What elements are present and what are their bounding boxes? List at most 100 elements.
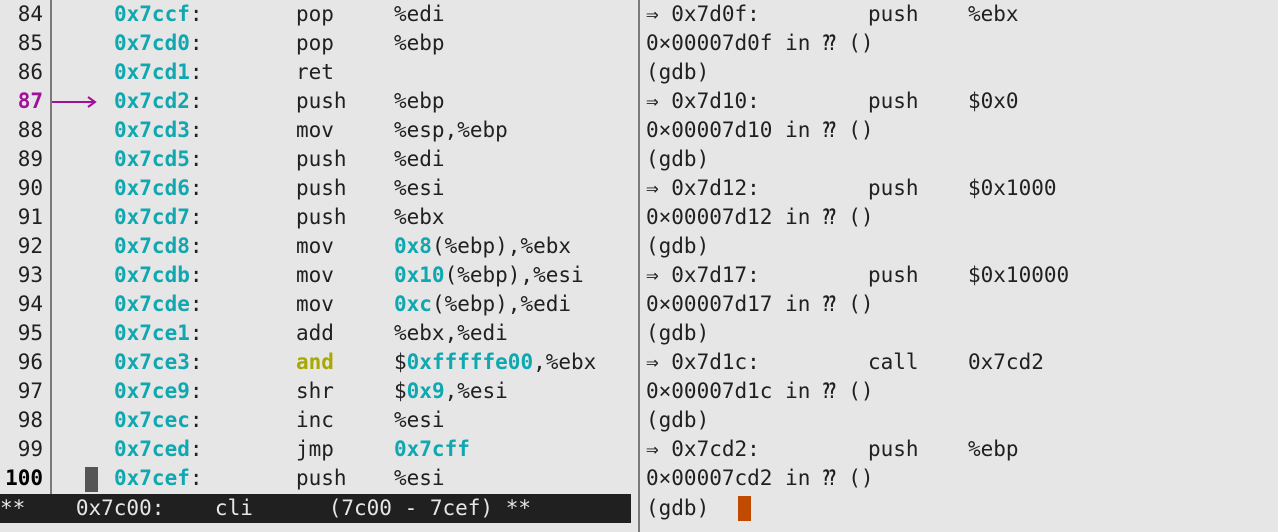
- mnemonic: push: [296, 466, 347, 490]
- address-text: 0x7cd5: [114, 147, 190, 171]
- asm-line[interactable]: 97 0x7ce9: shr $0x9,%esi: [0, 377, 634, 406]
- pane-divider[interactable]: [638, 0, 640, 532]
- line-number: 89: [17, 147, 43, 171]
- asm-line[interactable]: 86 0x7cd1: ret: [0, 58, 634, 87]
- operands: %ebp: [394, 29, 445, 58]
- asm-line[interactable]: 88 0x7cd3: mov %esp,%ebp: [0, 116, 634, 145]
- asm-line[interactable]: 98 0x7cec: inc %esi: [0, 406, 634, 435]
- asm-line[interactable]: 91 0x7cd7: push %ebx: [0, 203, 634, 232]
- gdb-console-pane[interactable]: ⇒ 0x7d0f: push %ebx 0×00007d0f in ⁇ () (gdb)…: [646, 0, 1278, 532]
- operand-text: (%ebp),%esi: [444, 263, 584, 287]
- mnemonic: push: [296, 176, 347, 200]
- mnemonic: mov: [296, 118, 334, 142]
- asm-line[interactable]: 100 0x7cef: push %esi: [0, 464, 634, 493]
- operand-number: 0xc: [394, 292, 432, 316]
- address-text: 0x7cdb: [114, 263, 190, 287]
- operand-text: (%ebp),%ebx: [431, 234, 572, 258]
- instruction-address[interactable]: 0x7cde:: [114, 290, 203, 319]
- asm-line[interactable]: 99 0x7ced: jmp 0x7cff: [0, 435, 634, 464]
- asm-line[interactable]: 93 0x7cdb: mov 0x10(%ebp),%esi: [0, 261, 634, 290]
- address-text: 0x7cd1: [114, 60, 190, 84]
- operands: %esi: [394, 464, 445, 493]
- address-text: 0x7cef: [114, 466, 190, 490]
- address-colon: :: [189, 292, 203, 316]
- address-text: 0x7cd2: [114, 89, 190, 113]
- asm-line[interactable]: 90 0x7cd6: push %esi: [0, 174, 634, 203]
- operand-text: ,%ebx: [533, 350, 597, 374]
- address-text: 0x7ccf: [114, 2, 190, 26]
- line-number: 87: [17, 89, 43, 113]
- address-colon: :: [189, 89, 203, 113]
- asm-line[interactable]: 84 0x7ccf: pop %edi: [0, 0, 634, 29]
- operand-text: $: [394, 350, 407, 374]
- gdb-text-c2: push: [868, 176, 919, 200]
- gdb-output-line: ⇒ 0x7d10: push $0x0: [646, 87, 1278, 116]
- address-colon: :: [189, 263, 203, 287]
- instruction-address[interactable]: 0x7ced:: [114, 435, 203, 464]
- instruction-address[interactable]: 0x7cd3:: [114, 116, 203, 145]
- gdb-prompt: (gdb): [646, 496, 710, 520]
- mnemonic: add: [296, 321, 334, 345]
- gdb-text-c1: ⇒ 0x7d17:: [646, 263, 760, 287]
- asm-line[interactable]: 94 0x7cde: mov 0xc(%ebp),%edi: [0, 290, 634, 319]
- asm-line[interactable]: 92 0x7cd8: mov 0x8(%ebp),%ebx: [0, 232, 634, 261]
- gdb-text-c3: 0x7cd2: [968, 350, 1044, 374]
- asm-line[interactable]: 89 0x7cd5: push %edi: [0, 145, 634, 174]
- gdb-output-line: (gdb): [646, 232, 1278, 261]
- instruction-address[interactable]: 0x7cd2:: [114, 87, 203, 116]
- line-number: 98: [17, 408, 43, 432]
- gdb-output-line: ⇒ 0x7d0f: push %ebx: [646, 0, 1278, 29]
- operands: %edi: [394, 0, 445, 29]
- operand-text: %esi: [394, 466, 445, 490]
- address-colon: :: [189, 437, 203, 461]
- address-colon: :: [189, 205, 203, 229]
- instruction-address[interactable]: 0x7cd7:: [114, 203, 203, 232]
- instruction-address[interactable]: 0x7ce9:: [114, 377, 203, 406]
- disassembly-pane[interactable]: 84 0x7ccf: pop %edi 85 0x7cd0: pop %ebp 86 0x7cd1…: [0, 0, 634, 532]
- gdb-output-line: 0×00007d0f in ⁇ (): [646, 29, 1278, 58]
- operand-text: %ebx,%edi: [394, 321, 508, 345]
- operands: %esi: [394, 174, 445, 203]
- terminal-cursor-icon: [738, 496, 751, 521]
- instruction-address[interactable]: 0x7cd1:: [114, 58, 203, 87]
- line-number: 90: [17, 176, 43, 200]
- instruction-address[interactable]: 0x7cd0:: [114, 29, 203, 58]
- disassembly-status-bar: ** 0x7c00: cli (7c00 - 7cef) **: [0, 494, 631, 523]
- instruction-address[interactable]: 0x7ccf:: [114, 0, 203, 29]
- operands: 0x10(%ebp),%esi: [394, 261, 584, 290]
- address-text: 0x7cd6: [114, 176, 190, 200]
- gdb-text-c2: push: [868, 89, 919, 113]
- operand-text: %esi: [394, 176, 445, 200]
- gdb-text-c1: (gdb): [646, 147, 710, 171]
- operands: 0x8(%ebp),%ebx: [394, 232, 571, 261]
- instruction-address[interactable]: 0x7ce3:: [114, 348, 203, 377]
- address-text: 0x7ce1: [114, 321, 190, 345]
- gdb-text-c1: (gdb): [646, 60, 710, 84]
- gdb-output-line: (gdb): [646, 145, 1278, 174]
- address-colon: :: [189, 60, 203, 84]
- gdb-prompt-line[interactable]: (gdb): [646, 494, 1278, 523]
- operand-text: ,%esi: [444, 379, 508, 403]
- instruction-address[interactable]: 0x7cd6:: [114, 174, 203, 203]
- asm-line[interactable]: 87 0x7cd2: push %ebp: [0, 87, 634, 116]
- address-colon: :: [189, 31, 203, 55]
- gutter-divider: [50, 0, 52, 494]
- address-text: 0x7cd7: [114, 205, 190, 229]
- gdb-output-line: 0×00007d17 in ⁇ (): [646, 290, 1278, 319]
- asm-line[interactable]: 95 0x7ce1: add %ebx,%edi: [0, 319, 634, 348]
- gdb-text-c1: ⇒ 0x7d12:: [646, 176, 760, 200]
- instruction-address[interactable]: 0x7cdb:: [114, 261, 203, 290]
- mnemonic: jmp: [296, 437, 334, 461]
- instruction-address[interactable]: 0x7cef:: [114, 464, 203, 493]
- gdb-text-c2: call: [868, 350, 919, 374]
- mnemonic: and: [296, 350, 334, 374]
- address-colon: :: [189, 379, 203, 403]
- instruction-address[interactable]: 0x7cd8:: [114, 232, 203, 261]
- operands: %esp,%ebp: [394, 116, 508, 145]
- instruction-address[interactable]: 0x7ce1:: [114, 319, 203, 348]
- asm-line[interactable]: 96 0x7ce3: and $0xfffffe00,%ebx: [0, 348, 634, 377]
- asm-line[interactable]: 85 0x7cd0: pop %ebp: [0, 29, 634, 58]
- gdb-text-c2: push: [868, 263, 919, 287]
- instruction-address[interactable]: 0x7cec:: [114, 406, 203, 435]
- instruction-address[interactable]: 0x7cd5:: [114, 145, 203, 174]
